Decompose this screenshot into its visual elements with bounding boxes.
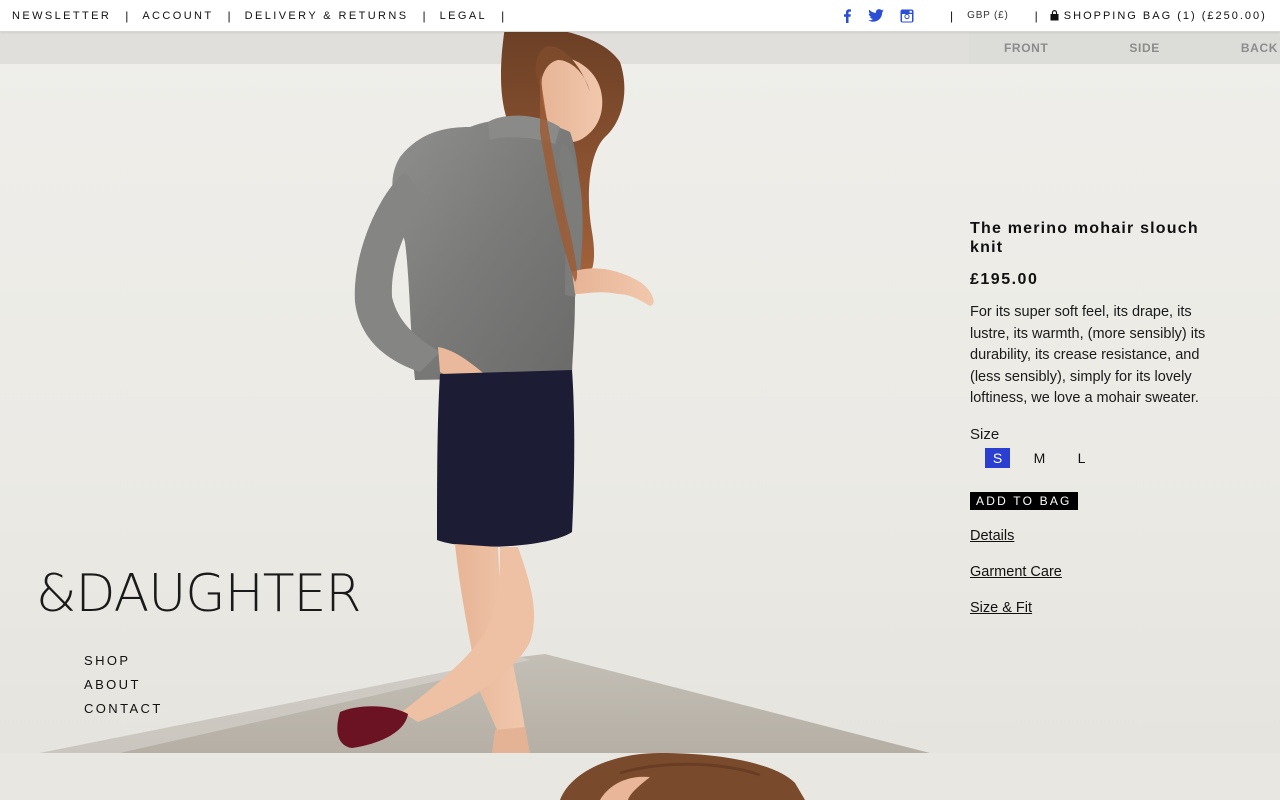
side-nav-contact[interactable]: CONTACT (84, 701, 163, 717)
separator: | (1034, 8, 1038, 23)
view-tabs: FRONT SIDE BACK (969, 32, 1280, 64)
delivery-returns-link[interactable]: DELIVERY & RETURNS (245, 10, 409, 22)
size-option-l[interactable]: L (1069, 448, 1094, 468)
garment-care-link[interactable]: Garment Care (970, 563, 1230, 581)
side-nav-about[interactable]: ABOUT (84, 677, 163, 693)
instagram-icon[interactable] (900, 9, 914, 23)
separator: | (950, 8, 954, 23)
twitter-icon[interactable] (868, 9, 884, 22)
add-to-bag-button[interactable]: ADD TO BAG (970, 491, 1078, 510)
product-description: For its super soft feel, its drape, its … (970, 304, 1206, 407)
product-info-links: Details Garment Care Size & Fit (970, 527, 1230, 617)
separator: | (422, 8, 426, 23)
legal-link[interactable]: LEGAL (440, 10, 487, 22)
product-title: The merino mohair slouch knit (970, 220, 1199, 256)
currency-selector[interactable]: GBP (£) (967, 10, 1009, 21)
side-nav: SHOP ABOUT CONTACT (84, 653, 163, 717)
hero-section: &DAUGHTER SHOP ABOUT CONTACT The merino … (0, 32, 1280, 753)
tab-back[interactable]: BACK (1241, 41, 1278, 55)
shopping-bag-label: SHOPPING BAG (1) (£250.00) (1063, 9, 1267, 22)
next-image-section (0, 753, 1280, 800)
size-option-m[interactable]: M (1027, 448, 1052, 468)
product-price: £195.00 (970, 271, 1039, 288)
details-link[interactable]: Details (970, 527, 1230, 545)
social-links (842, 0, 914, 31)
tab-front[interactable]: FRONT (1004, 41, 1048, 55)
account-link[interactable]: ACCOUNT (142, 10, 213, 22)
tab-side[interactable]: SIDE (1129, 41, 1159, 55)
utility-nav: NEWSLETTER | ACCOUNT | DELIVERY & RETURN… (12, 0, 518, 31)
size-selector: S M L (985, 447, 1230, 468)
size-fit-link[interactable]: Size & Fit (970, 599, 1230, 617)
top-utility-bar: NEWSLETTER | ACCOUNT | DELIVERY & RETURN… (0, 0, 1280, 32)
size-option-s[interactable]: S (985, 447, 1010, 468)
bag-icon (1050, 10, 1059, 21)
topbar-right: | GBP (£) | SHOPPING BAG (1) (£250.00) (950, 0, 1267, 31)
separator: | (501, 8, 505, 23)
brand-logo[interactable]: &DAUGHTER (36, 564, 361, 624)
next-model-image (560, 753, 805, 800)
size-label: Size (970, 425, 1000, 443)
side-nav-shop[interactable]: SHOP (84, 653, 163, 669)
separator: | (125, 8, 129, 23)
product-panel: The merino mohair slouch knit £195.00 Fo… (970, 219, 1230, 617)
shopping-bag-link[interactable]: SHOPPING BAG (1) (£250.00) (1050, 10, 1267, 22)
newsletter-link[interactable]: NEWSLETTER (12, 10, 111, 22)
facebook-icon[interactable] (842, 8, 852, 23)
separator: | (227, 8, 231, 23)
